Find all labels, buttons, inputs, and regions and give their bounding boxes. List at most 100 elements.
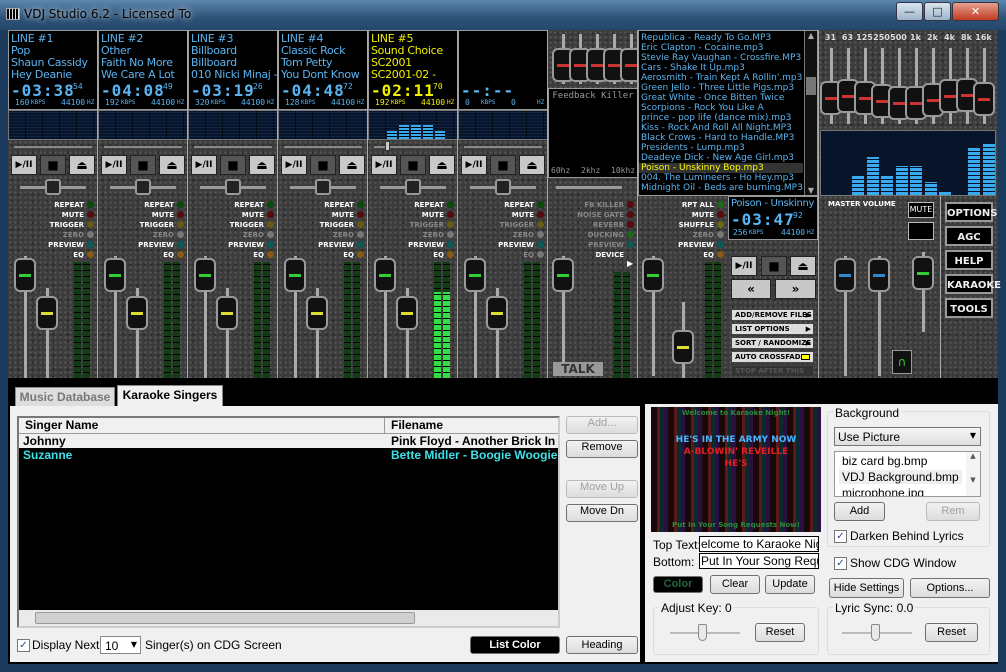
playlist-item[interactable]: 004. The Lumineers - Ho Hey.mp3 (639, 173, 803, 183)
playlist-item[interactable]: Republica - Ready To Go.MP3 (639, 33, 803, 43)
fader-knob[interactable] (104, 258, 126, 292)
horizontal-scrollbar[interactable] (19, 610, 558, 626)
pitch-slider-thumb[interactable] (45, 179, 61, 195)
fk-indicator[interactable]: REVERB (554, 220, 624, 230)
playlist-item[interactable]: Presidents - Lump.mp3 (639, 143, 803, 153)
playlist-scrollbar[interactable]: ▲ ▼ (804, 31, 817, 195)
background-mode-select[interactable]: Use Picture ▼ (834, 427, 981, 446)
eject-button[interactable]: ⏏ (519, 155, 545, 175)
playlist-indicator[interactable]: RPT ALL (644, 200, 714, 210)
indicator-repeat[interactable]: REPEAT (194, 200, 264, 210)
seek-bar[interactable] (284, 146, 362, 148)
fader-knob[interactable] (912, 256, 934, 290)
fader-knob[interactable] (642, 258, 664, 292)
tab-karaoke-singers[interactable]: Karaoke Singers (117, 385, 223, 407)
list-item[interactable]: microphone.jpg (842, 486, 924, 496)
playlist-item[interactable]: Scorpions - Rock You Like A (639, 103, 803, 113)
fader-knob[interactable] (194, 258, 216, 292)
fader-knob[interactable] (486, 296, 508, 330)
playlist-item[interactable]: Green Jello - Three Little Pigs.mp3 (639, 83, 803, 93)
list-item[interactable]: VDJ Background.bmp (839, 470, 962, 484)
side-button-tools[interactable]: TOOLS (945, 298, 993, 318)
play-pause-button[interactable]: ▶/II (371, 155, 397, 175)
table-row[interactable]: Johnny Pink Floyd - Another Brick In (19, 434, 558, 448)
playlist-item[interactable]: Midnight Oil - Beds are burning.MP3 (639, 183, 803, 193)
options-button[interactable]: Options... (910, 578, 990, 598)
indicator-trigger[interactable]: TRIGGER (194, 220, 264, 230)
move-up-button[interactable]: Move Up (566, 480, 638, 498)
top-text-input[interactable] (699, 536, 819, 552)
maximize-button[interactable]: □ (924, 2, 951, 21)
indicator-zero[interactable]: ZERO (14, 230, 84, 240)
update-button[interactable]: Update (765, 575, 815, 594)
play-pause-button[interactable]: ▶/II (191, 155, 217, 175)
side-button-agc[interactable]: AGC (945, 226, 993, 246)
show-cdg-checkbox[interactable]: ✓ (834, 557, 847, 570)
eject-button[interactable]: ⏏ (249, 155, 275, 175)
indicator-zero[interactable]: ZERO (464, 230, 534, 240)
playlist-item[interactable]: Cars - Shake It Up.mp3 (639, 63, 803, 73)
indicator-preview[interactable]: PREVIEW (14, 240, 84, 250)
list-item[interactable]: biz card bg.bmp (842, 454, 927, 468)
playlist-item[interactable]: Black Crows - Hard to Handle.MP3 (639, 133, 803, 143)
pitch-slider-thumb[interactable] (495, 179, 511, 195)
vertical-scrollbar[interactable]: ▲ ▼ (966, 452, 980, 496)
remove-background-button[interactable]: Rem (926, 502, 980, 521)
fader-knob[interactable] (396, 296, 418, 330)
fk-indicator[interactable]: FB KILLER (554, 200, 624, 210)
playlist-menu-1[interactable]: LIST OPTIONS ▶ (731, 323, 814, 335)
indicator-trigger[interactable]: TRIGGER (104, 220, 174, 230)
playlist-indicator[interactable]: SHUFFLE (644, 220, 714, 230)
playlist-item[interactable]: Deadeye Dick - New Age Girl.mp3 (639, 153, 803, 163)
next-button[interactable]: » (775, 279, 816, 299)
play-pause-button[interactable]: ▶/II (281, 155, 307, 175)
darken-checkbox[interactable]: ✓ (834, 530, 847, 543)
indicator-trigger[interactable]: TRIGGER (374, 220, 444, 230)
fader-knob[interactable] (374, 258, 396, 292)
indicator-mute[interactable]: MUTE (14, 210, 84, 220)
indicator-mute[interactable]: MUTE (374, 210, 444, 220)
seek-bar[interactable] (14, 146, 92, 148)
indicator-repeat[interactable]: REPEAT (374, 200, 444, 210)
eject-button[interactable]: ⏏ (790, 256, 816, 276)
indicator-zero[interactable]: ZERO (284, 230, 354, 240)
mute-button[interactable]: MUTE (908, 202, 934, 218)
display-next-select[interactable]: 10 ▼ (100, 636, 141, 654)
indicator-trigger[interactable]: TRIGGER (14, 220, 84, 230)
indicator-repeat[interactable]: REPEAT (284, 200, 354, 210)
playlist-indicator[interactable]: PREVIEW (644, 240, 714, 250)
playlist-menu-0[interactable]: ADD/REMOVE FILES ▶ (731, 309, 814, 321)
seek-thumb[interactable] (385, 141, 390, 151)
column-filename[interactable]: Filename (387, 418, 557, 434)
slider-thumb[interactable] (698, 624, 707, 641)
indicator-repeat[interactable]: REPEAT (14, 200, 84, 210)
play-pause-button[interactable]: ▶/II (731, 256, 757, 276)
stop-button[interactable]: ■ (761, 256, 787, 276)
color-button[interactable]: Color (653, 576, 703, 593)
background-files-list[interactable]: biz card bg.bmp VDJ Background.bmp micro… (834, 451, 981, 497)
playlist-item[interactable]: Eric Clapton - Cocaine.mp3 (639, 43, 803, 53)
pitch-slider-thumb[interactable] (315, 179, 331, 195)
reset-sync-button[interactable]: Reset (925, 623, 978, 642)
headphones-icon[interactable]: ∩ (892, 350, 912, 374)
indicator-preview[interactable]: PREVIEW (284, 240, 354, 250)
indicator-mute[interactable]: MUTE (464, 210, 534, 220)
fk-indicator[interactable]: NOISE GATE (554, 210, 624, 220)
indicator-trigger[interactable]: TRIGGER (284, 220, 354, 230)
playlist-menu-3[interactable]: AUTO CROSSFADE (731, 351, 814, 363)
seek-bar[interactable] (194, 146, 272, 148)
tab-music-database[interactable]: Music Database (15, 387, 115, 406)
list-color-button[interactable]: List Color (470, 636, 560, 654)
fader-knob[interactable] (36, 296, 58, 330)
stop-button[interactable]: ■ (310, 155, 336, 175)
indicator-preview[interactable]: PREVIEW (464, 240, 534, 250)
playlist-indicator[interactable]: ZERO (644, 230, 714, 240)
indicator-preview[interactable]: PREVIEW (194, 240, 264, 250)
heading-button[interactable]: Heading (566, 636, 638, 654)
side-button-options[interactable]: OPTIONS (945, 202, 997, 222)
mono-stereo-toggle[interactable] (908, 222, 934, 240)
stop-button[interactable]: ■ (130, 155, 156, 175)
stop-button[interactable]: ■ (40, 155, 66, 175)
indicator-preview[interactable]: PREVIEW (104, 240, 174, 250)
playlist-item[interactable]: Stevie Ray Vaughan - Crossfire.MP3 (639, 53, 803, 63)
